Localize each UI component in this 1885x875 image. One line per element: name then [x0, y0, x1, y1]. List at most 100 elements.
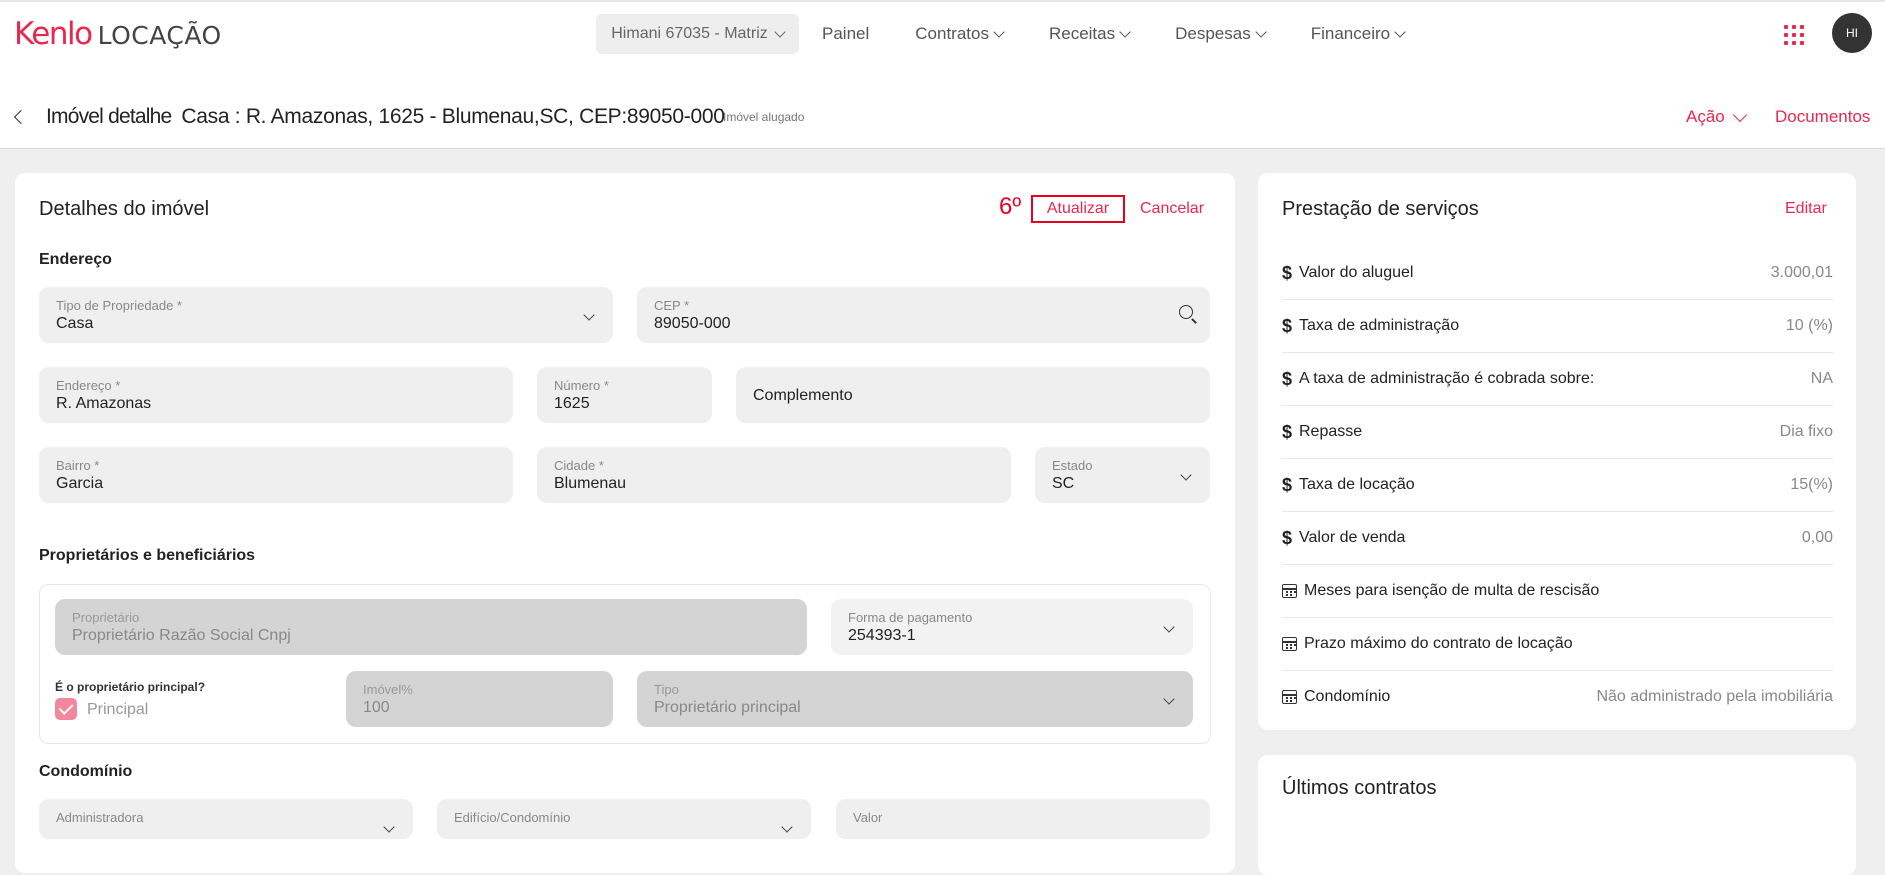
nav-label: Receitas — [1048, 24, 1116, 43]
service-row: $ Taxa de administração 10 (%) — [1282, 300, 1833, 353]
chevron-down-icon — [583, 309, 595, 321]
principal-question: É o proprietário principal? — [55, 680, 206, 694]
nav-financeiro[interactable]: Financeiro — [1310, 24, 1406, 44]
user-avatar[interactable]: HI — [1832, 13, 1872, 53]
logo-locacao-text: LOCAÇÃO — [97, 21, 222, 50]
service-row: $ Repasse Dia fixo — [1282, 406, 1833, 459]
atualizar-button[interactable]: Atualizar — [1031, 195, 1125, 223]
owners-section-title: Proprietários e beneficiários — [39, 547, 256, 564]
nav-receitas[interactable]: Receitas — [1048, 24, 1131, 44]
top-navbar: Kenlo LOCAÇÃO Himani 67035 - Matriz Pain… — [0, 0, 1885, 66]
imovel-percent-field: Imóvel% 100 — [346, 671, 613, 727]
dollar-icon: $ — [1282, 368, 1293, 389]
administradora-select[interactable]: Administradora — [39, 799, 413, 839]
chevron-down-icon — [1119, 26, 1131, 38]
field-label: CEP * — [654, 298, 690, 313]
service-label: A taxa de administração é cobrada sobre: — [1299, 370, 1595, 387]
service-label: Meses para isenção de multa de rescisão — [1304, 582, 1600, 599]
tipo-propriedade-select[interactable]: Tipo de Propriedade * Casa — [39, 287, 613, 343]
service-row: Meses para isenção de multa de rescisão — [1282, 565, 1833, 618]
acao-dropdown[interactable]: Ação — [1686, 107, 1747, 127]
dollar-icon: $ — [1282, 262, 1293, 283]
search-icon[interactable] — [1179, 305, 1193, 319]
field-label: Edifício/Condomínio — [454, 810, 571, 825]
contracts-card — [1258, 755, 1856, 875]
service-value: Dia fixo — [1779, 423, 1833, 440]
estado-select[interactable]: Estado SC — [1035, 447, 1210, 503]
nav-label: Financeiro — [1310, 24, 1391, 43]
service-value: 15(%) — [1790, 476, 1833, 493]
kenlo-logo[interactable]: Kenlo LOCAÇÃO — [14, 16, 222, 52]
field-value: Casa — [56, 315, 94, 332]
service-value: 0,00 — [1801, 529, 1833, 546]
nav-despesas[interactable]: Despesas — [1175, 24, 1267, 44]
bairro-input[interactable]: Bairro * Garcia — [39, 447, 513, 503]
calendar-icon — [1282, 637, 1297, 651]
proprietario-field: Proprietário Proprietário Razão Social C… — [55, 599, 807, 655]
logo-kenlo-text: Kenlo — [14, 16, 93, 52]
service-label: Taxa de administração — [1299, 317, 1460, 334]
details-title: Detalhes do imóvel — [39, 198, 210, 220]
service-label: Taxa de locação — [1299, 476, 1415, 493]
page-title-address: Casa : R. Amazonas, 1625 - Blumenau,SC, … — [181, 105, 725, 128]
chevron-down-icon — [383, 821, 395, 833]
principal-label: Principal — [87, 701, 149, 718]
chevron-down-icon — [1732, 107, 1747, 123]
nav-painel[interactable]: Painel — [822, 24, 869, 44]
dollar-icon: $ — [1282, 315, 1293, 336]
field-value: Blumenau — [554, 475, 627, 492]
forma-pagamento-select[interactable]: Forma de pagamento 254393-1 — [831, 599, 1193, 655]
apps-grid-icon[interactable] — [1784, 25, 1804, 45]
chevron-down-icon — [774, 26, 786, 38]
service-row: $ A taxa de administração é cobrada sobre… — [1282, 353, 1833, 406]
service-label: Repasse — [1299, 423, 1363, 440]
cep-input[interactable]: CEP * 89050-000 — [637, 287, 1210, 343]
chevron-down-icon — [781, 821, 793, 833]
field-label: Cidade * — [554, 458, 604, 473]
endereco-input[interactable]: Endereço * R. Amazonas — [39, 367, 513, 423]
principal-checkbox[interactable] — [55, 698, 77, 720]
chevron-down-icon — [1394, 26, 1406, 38]
field-placeholder: Complemento — [753, 387, 853, 404]
nav-label: Contratos — [915, 24, 989, 43]
field-label: Número * — [554, 378, 609, 393]
field-value: 1625 — [554, 395, 590, 412]
calendar-icon — [1282, 584, 1297, 598]
services-title: Prestação de serviços — [1282, 198, 1479, 220]
service-value: 3.000,01 — [1770, 264, 1833, 281]
service-row: $ Taxa de locação 15(%) — [1282, 459, 1833, 512]
main-nav: Painel Contratos Receitas Despesas Finan… — [822, 2, 1450, 66]
nav-contratos[interactable]: Contratos — [915, 24, 1005, 44]
nav-label: Despesas — [1175, 24, 1251, 43]
field-value: 100 — [363, 699, 390, 716]
page-title: Imóvel detalhe Casa : R. Amazonas, 1625 -… — [46, 105, 725, 129]
status-badge: Imóvel alugado — [723, 110, 805, 124]
chevron-down-icon — [1255, 26, 1267, 38]
field-value: R. Amazonas — [56, 395, 152, 412]
contracts-title: Últimos contratos — [1282, 777, 1437, 799]
service-row: $ Valor do aluguel 3.000,01 — [1282, 247, 1833, 300]
calendar-icon — [1282, 690, 1297, 704]
service-value: Não administrado pela imobiliária — [1596, 688, 1833, 705]
documentos-link[interactable]: Documentos — [1775, 107, 1870, 127]
valor-input[interactable]: Valor — [836, 799, 1210, 839]
service-value: NA — [1810, 370, 1833, 387]
service-row: $ Valor de venda 0,00 — [1282, 512, 1833, 565]
company-selector[interactable]: Himani 67035 - Matriz — [596, 14, 799, 54]
numero-input[interactable]: Número * 1625 — [537, 367, 712, 423]
tipo-owner-select: Tipo Proprietário principal — [637, 671, 1193, 727]
field-label: Administradora — [56, 810, 144, 825]
endereco-section-title: Endereço — [39, 251, 112, 268]
company-name: Himani 67035 - Matriz — [611, 25, 768, 42]
edificio-select[interactable]: Edifício/Condomínio — [437, 799, 811, 839]
field-value: 89050-000 — [654, 315, 731, 332]
editar-button[interactable]: Editar — [1785, 200, 1827, 218]
chevron-down-icon — [1163, 621, 1175, 633]
field-label: Tipo de Propriedade * — [56, 298, 182, 313]
dollar-icon: $ — [1282, 474, 1293, 495]
cidade-input[interactable]: Cidade * Blumenau — [537, 447, 1011, 503]
cancelar-button[interactable]: Cancelar — [1140, 200, 1204, 218]
field-value: 254393-1 — [848, 627, 916, 644]
field-label: Endereço * — [56, 378, 121, 393]
complemento-input[interactable]: Complemento — [736, 367, 1210, 423]
